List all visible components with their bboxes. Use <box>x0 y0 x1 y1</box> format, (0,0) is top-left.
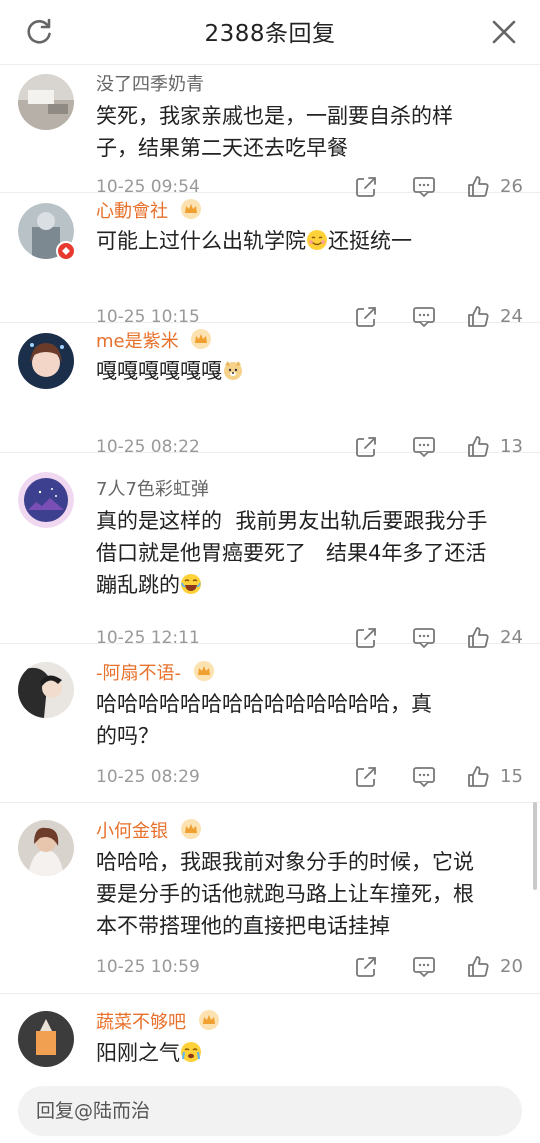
comment-text: 哈哈哈，我跟我前对象分手的时候，它说 要是分手的话他就跑马路上让车撞死，根 本不… <box>96 846 516 942</box>
dog-emoji-icon <box>224 361 242 380</box>
comment-item: -阿扇不语- 哈哈哈哈哈哈哈哈哈哈哈哈哈哈，真 的吗？ 10-25 08:29 … <box>0 644 540 803</box>
comment-line: 蹦乱跳的 <box>96 573 180 597</box>
comment-line: 阳刚之气 <box>96 1041 180 1065</box>
comment-line: 本不带搭理他的直接把电话挂掉 <box>96 914 390 938</box>
comment-text: 阳刚之气 <box>96 1037 516 1069</box>
crown-icon <box>198 1010 219 1030</box>
comment-meta: 10-25 10:59 20 <box>96 955 524 979</box>
close-icon[interactable] <box>490 18 518 46</box>
username[interactable]: -阿扇不语- <box>96 663 181 684</box>
comment-item: 心動會社 可能上过什么出轨学院 还挺统一 10-25 10:15 24 <box>0 193 540 328</box>
smile-emoji-icon <box>307 230 327 250</box>
comment-item: 小何金银 哈哈哈，我跟我前对象分手的时候，它说 要是分手的话他就跑马路上让车撞死… <box>0 803 540 994</box>
comment-time: 10-25 10:59 <box>96 957 200 977</box>
header: 2388条回复 <box>0 0 540 65</box>
comment-line: 借口就是他胃癌要死了 结果4年多了还活 <box>96 541 487 565</box>
username-row[interactable]: 心動會社 <box>96 198 202 224</box>
comment-line: 笑死，我家亲戚也是，一副要自杀的样 <box>96 104 453 128</box>
comment-text: 哈哈哈哈哈哈哈哈哈哈哈哈哈哈，真 的吗？ <box>96 688 516 752</box>
comment-line: 要是分手的话他就跑马路上让车撞死，根 <box>96 882 474 906</box>
avatar[interactable] <box>18 472 74 528</box>
username[interactable]: me是紫米 <box>96 331 179 352</box>
comment-text: 真的是这样的 我前男友出轨后要跟我分手 借口就是他胃癌要死了 结果4年多了还活 … <box>96 505 516 601</box>
username-row[interactable]: 小何金银 <box>96 818 202 844</box>
comment-line: 真的是这样的 我前男友出轨后要跟我分手 <box>96 509 488 533</box>
comment-item: 蔬菜不够吧 阳刚之气 <box>0 994 540 1078</box>
comment-time: 10-25 08:29 <box>96 767 200 787</box>
comment-line: 子，结果第二天还去吃早餐 <box>96 136 348 160</box>
thumbs-up-icon[interactable] <box>466 765 490 789</box>
comment-item: me是紫米 嘎嘎嘎嘎嘎嘎 10-25 08:22 13 <box>0 323 540 458</box>
avatar[interactable] <box>18 1011 74 1067</box>
thumbs-up-icon[interactable] <box>466 955 490 979</box>
like-count: 15 <box>500 766 523 787</box>
crown-icon <box>180 819 201 839</box>
comment-line: 可能上过什么出轨学院 <box>96 229 306 253</box>
avatar[interactable] <box>18 203 76 261</box>
laugh-emoji-icon <box>181 574 201 594</box>
comment-line: 还挺统一 <box>328 229 412 253</box>
username[interactable]: 心動會社 <box>96 201 168 222</box>
username[interactable]: 小何金银 <box>96 821 168 842</box>
crown-icon <box>193 661 214 681</box>
comment-text: 笑死，我家亲戚也是，一副要自杀的样 子，结果第二天还去吃早餐 <box>96 100 516 164</box>
share-icon[interactable] <box>354 955 378 979</box>
avatar[interactable] <box>18 820 74 876</box>
username-row[interactable]: me是紫米 <box>96 328 212 354</box>
cry-emoji-icon <box>181 1042 201 1062</box>
like-count: 20 <box>500 956 523 977</box>
username[interactable]: 没了四季奶青 <box>96 73 204 97</box>
username-row[interactable]: 蔬菜不够吧 <box>96 1009 220 1035</box>
username[interactable]: 蔬菜不够吧 <box>96 1012 186 1033</box>
avatar[interactable] <box>18 662 74 718</box>
comment-text: 嘎嘎嘎嘎嘎嘎 <box>96 355 516 387</box>
reply-input[interactable]: 回复@陆而治 <box>18 1086 522 1136</box>
comment-list[interactable]: 没了四季奶青 笑死，我家亲戚也是，一副要自杀的样 子，结果第二天还去吃早餐 10… <box>0 64 540 1078</box>
username[interactable]: 7人7色彩虹弹 <box>96 478 209 502</box>
comment-item: 没了四季奶青 笑死，我家亲戚也是，一副要自杀的样 子，结果第二天还去吃早餐 10… <box>0 64 540 198</box>
comment-line: 哈哈哈哈哈哈哈哈哈哈哈哈哈哈，真 <box>96 692 432 716</box>
avatar[interactable] <box>18 333 74 389</box>
verified-badge <box>56 241 76 261</box>
comment-line: 嘎嘎嘎嘎嘎嘎 <box>96 359 222 383</box>
comment-icon[interactable] <box>412 955 436 979</box>
comment-line: 哈哈哈，我跟我前对象分手的时候，它说 <box>96 850 474 874</box>
share-icon[interactable] <box>354 765 378 789</box>
username-row[interactable]: -阿扇不语- <box>96 660 215 686</box>
comment-icon[interactable] <box>412 765 436 789</box>
comment-line: 的吗？ <box>96 724 159 748</box>
comment-meta: 10-25 08:29 15 <box>96 765 524 789</box>
scrollbar[interactable] <box>533 802 537 890</box>
avatar[interactable] <box>18 74 74 130</box>
crown-icon <box>180 199 201 219</box>
reply-input-placeholder: 回复@陆而治 <box>36 1100 151 1122</box>
crown-icon <box>191 329 212 349</box>
page-title: 2388条回复 <box>204 21 336 47</box>
comment-text: 可能上过什么出轨学院 还挺统一 <box>96 225 516 257</box>
comment-item: 7人7色彩虹弹 真的是这样的 我前男友出轨后要跟我分手 借口就是他胃癌要死了 结… <box>0 453 540 649</box>
